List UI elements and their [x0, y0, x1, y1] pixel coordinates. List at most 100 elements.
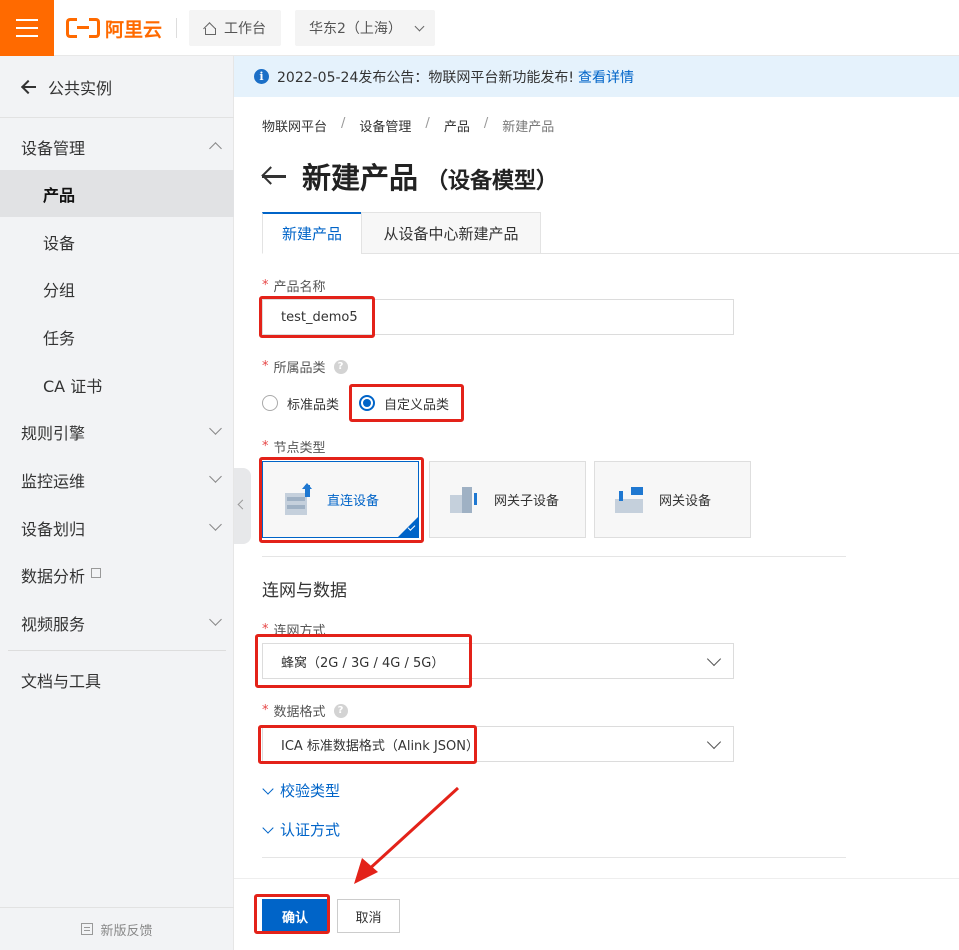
section-title: 连网与数据: [262, 581, 347, 601]
page-subtitle: （设备模型）: [426, 169, 559, 194]
toggle-label: 认证方式: [280, 821, 341, 839]
region-selector[interactable]: 华东2（上海）: [295, 10, 435, 46]
help-icon[interactable]: ?: [333, 359, 348, 374]
chevron-down-icon: [414, 21, 425, 31]
back-arrow-icon[interactable]: [262, 167, 286, 185]
network-value: 蜂窝（2G / 3G / 4G / 5G）: [281, 655, 445, 671]
node-type-gateway-sub-device[interactable]: 网关子设备: [429, 461, 586, 538]
confirm-button[interactable]: 确认: [262, 899, 328, 933]
arrow-left-icon: [22, 81, 36, 93]
required-mark: *: [262, 278, 269, 293]
breadcrumb-device-management[interactable]: 设备管理: [359, 116, 411, 135]
feedback-button[interactable]: 新版反馈: [0, 907, 234, 950]
sidebar-item-product[interactable]: 产品: [0, 170, 234, 217]
topbar-divider: [176, 18, 177, 38]
radio-standard-category[interactable]: [262, 395, 278, 411]
sidebar-group-data-analysis[interactable]: 数据分析: [0, 551, 234, 598]
breadcrumb-iot-platform[interactable]: 物联网平台: [262, 116, 327, 135]
aliyun-logo-icon: [66, 18, 100, 38]
validation-type-toggle[interactable]: 校验类型: [262, 780, 340, 801]
breadcrumb-separator: /: [341, 116, 346, 131]
annotation-arrow: [354, 786, 460, 884]
back-to-instances[interactable]: 公共实例: [0, 56, 234, 118]
label-text: 连网方式: [273, 624, 326, 639]
aliyun-logo[interactable]: 阿里云: [66, 16, 162, 41]
tab-label: 从设备中心新建产品: [383, 224, 519, 243]
sidebar-group-label: 数据分析: [21, 566, 86, 586]
category-radio-group: 标准品类 自定义品类: [262, 392, 449, 414]
info-icon: i: [254, 69, 269, 84]
network-select[interactable]: 蜂窝（2G / 3G / 4G / 5G）: [262, 643, 734, 679]
label-text: 所属品类: [273, 361, 326, 376]
node-type-gateway-device[interactable]: 网关设备: [594, 461, 751, 538]
back-label: 公共实例: [48, 78, 113, 98]
product-name-value: test_demo5: [281, 309, 358, 325]
sidebar-item-task[interactable]: 任务: [0, 313, 234, 360]
required-mark: *: [262, 359, 269, 374]
chevron-down-icon: [209, 470, 222, 483]
node-type-label-text: 网关设备: [659, 494, 712, 509]
announcement-banner: i 2022-05-24发布公告：物联网平台新功能发布! 查看详情: [234, 56, 959, 97]
label-text: 数据格式: [273, 705, 326, 720]
sidebar-group-monitoring[interactable]: 监控运维: [0, 456, 234, 503]
breadcrumb-current: 新建产品: [502, 120, 555, 135]
sidebar-item-label: 设备: [43, 233, 76, 253]
chevron-down-icon: [262, 782, 274, 795]
radio-label[interactable]: 标准品类: [287, 394, 339, 413]
sidebar-item-label: CA 证书: [43, 376, 103, 396]
sidebar-item-label: 分组: [43, 280, 76, 300]
announcement-details-link[interactable]: 查看详情: [578, 67, 634, 87]
sidebar-divider: [8, 650, 226, 651]
category-label: * 所属品类 ?: [262, 357, 348, 376]
chevron-up-icon: [209, 142, 222, 155]
cancel-button[interactable]: 取消: [337, 899, 400, 933]
sidebar-item-label: 任务: [43, 328, 76, 348]
radio-label[interactable]: 自定义品类: [384, 394, 449, 413]
label-text: 节点类型: [273, 441, 326, 456]
sidebar-group-device-assign[interactable]: 设备划归: [0, 504, 234, 551]
tab-new-product[interactable]: 新建产品: [262, 212, 362, 254]
sidebar-item-device[interactable]: 设备: [0, 218, 234, 265]
node-type-direct-device[interactable]: 直连设备: [262, 461, 419, 538]
toggle-label: 校验类型: [280, 782, 341, 800]
sidebar-collapse-handle[interactable]: [234, 468, 251, 544]
sidebar-group-rule-engine[interactable]: 规则引擎: [0, 408, 234, 455]
data-format-label: * 数据格式 ?: [262, 701, 348, 720]
product-name-input[interactable]: test_demo5: [262, 299, 734, 335]
node-type-label: * 节点类型: [262, 437, 326, 456]
radio-custom-category[interactable]: [359, 395, 376, 411]
check-icon: [398, 517, 418, 537]
sidebar-item-group[interactable]: 分组: [0, 265, 234, 312]
breadcrumb-separator: /: [425, 116, 430, 131]
workbench-label: 工作台: [224, 21, 266, 37]
product-name-label: * 产品名称: [262, 276, 326, 295]
workbench-button[interactable]: 工作台: [189, 10, 281, 46]
sidebar: 公共实例 设备管理 产品 设备 分组 任务 CA 证书 规则引擎 监控运维 设备…: [0, 56, 234, 950]
sidebar-item-label: 产品: [43, 185, 76, 205]
chevron-down-icon: [706, 734, 722, 750]
data-format-select[interactable]: ICA 标准数据格式（Alink JSON）: [262, 726, 734, 762]
sidebar-group-device-management[interactable]: 设备管理: [0, 123, 234, 170]
region-label: 华东2（上海）: [309, 21, 402, 37]
help-icon[interactable]: ?: [333, 703, 348, 718]
auth-method-toggle[interactable]: 认证方式: [262, 819, 340, 840]
node-type-label-text: 直连设备: [327, 494, 380, 509]
section-divider: [262, 556, 846, 557]
tab-from-device-center[interactable]: 从设备中心新建产品: [361, 212, 541, 254]
breadcrumb-product[interactable]: 产品: [444, 116, 470, 135]
chevron-down-icon: [209, 422, 222, 435]
external-link-icon: [91, 567, 102, 578]
chevron-down-icon: [209, 518, 222, 531]
sidebar-group-video[interactable]: 视频服务: [0, 599, 234, 646]
announcement-text: 2022-05-24发布公告：物联网平台新功能发布!: [277, 69, 574, 86]
node-type-label-text: 网关子设备: [494, 494, 560, 509]
sidebar-group-label: 监控运维: [21, 471, 86, 491]
chevron-down-icon: [706, 651, 722, 667]
menu-icon[interactable]: [0, 0, 54, 56]
tab-bar: 新建产品 从设备中心新建产品: [262, 212, 959, 254]
data-format-value: ICA 标准数据格式（Alink JSON）: [281, 738, 479, 754]
required-mark: *: [262, 703, 269, 718]
sidebar-group-docs-tools[interactable]: 文档与工具: [0, 656, 234, 703]
direct-device-icon: [281, 482, 315, 517]
sidebar-item-ca-cert[interactable]: CA 证书: [0, 361, 234, 408]
